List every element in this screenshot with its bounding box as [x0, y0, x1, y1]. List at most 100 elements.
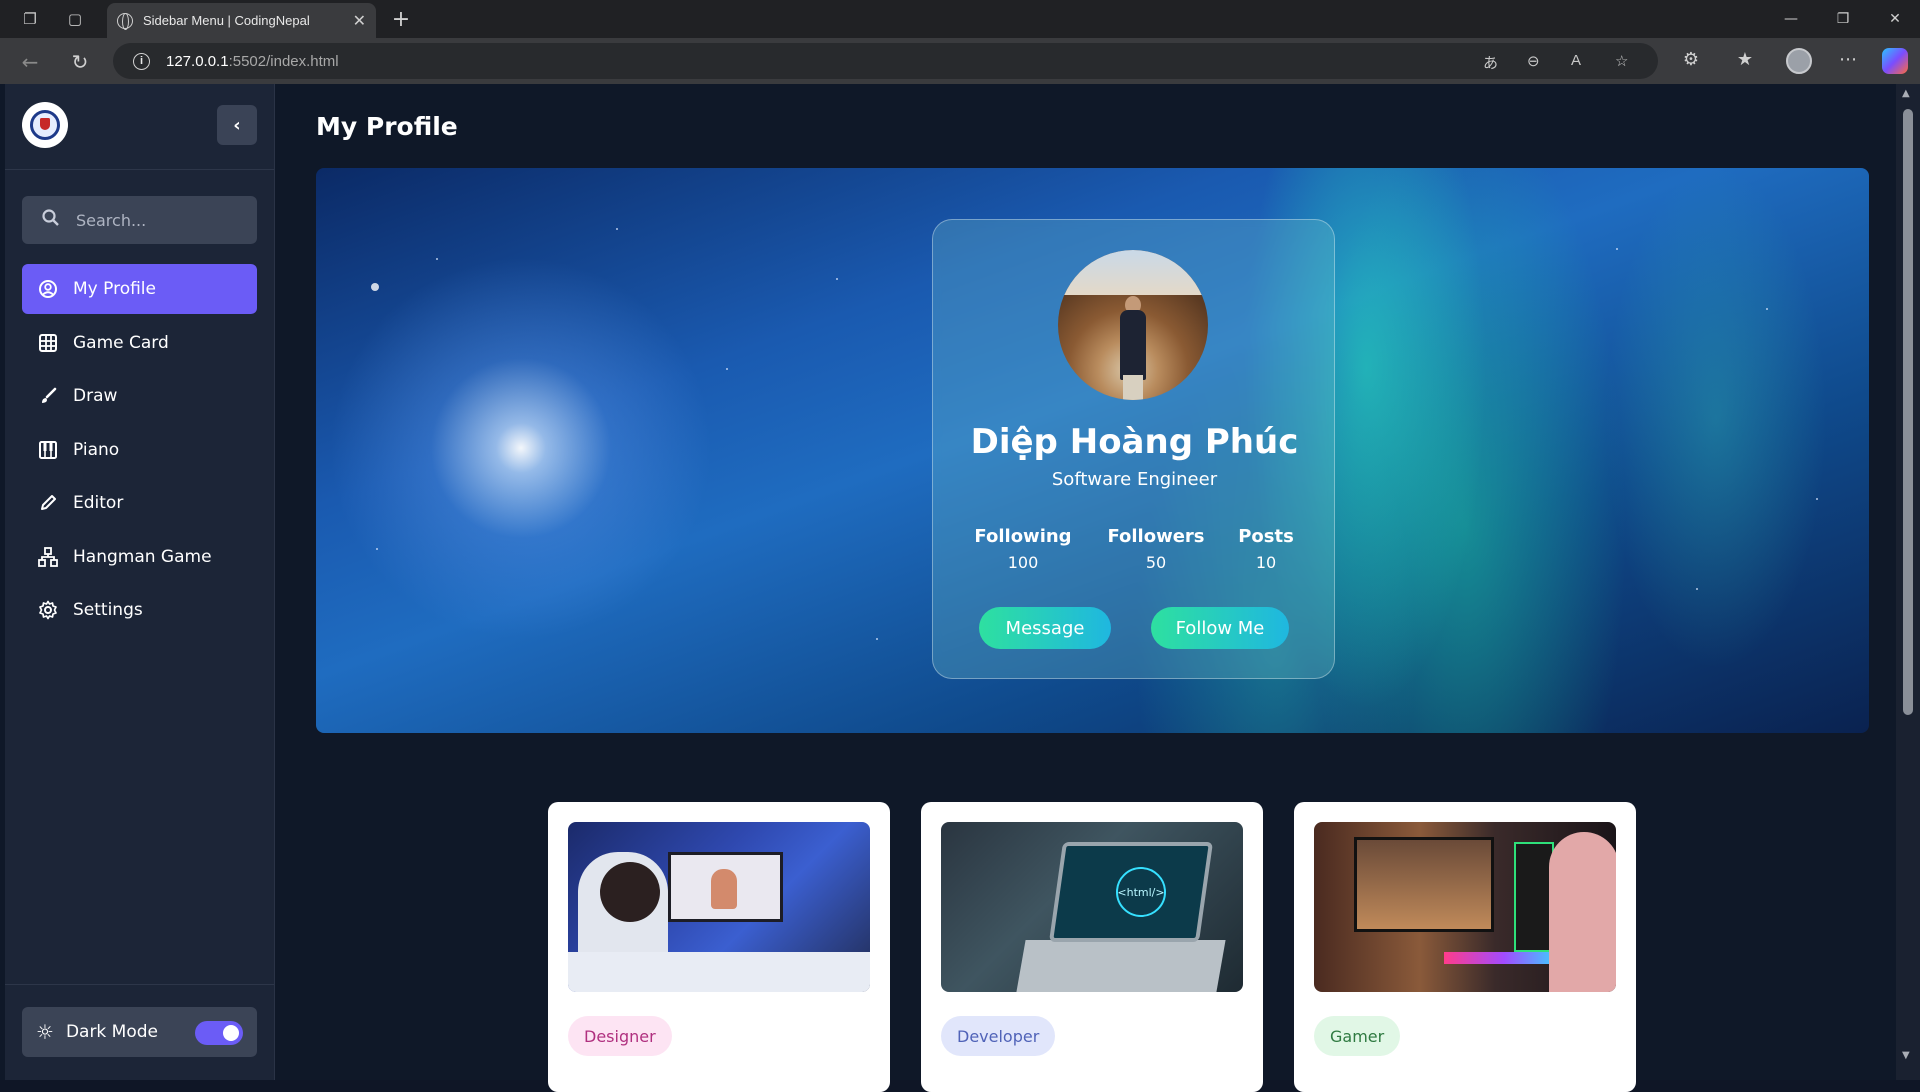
scroll-up-icon[interactable]: ▲: [1902, 88, 1910, 99]
category-card-designer[interactable]: Designer: [548, 802, 890, 1092]
search-input[interactable]: [76, 210, 236, 230]
piano-icon: [38, 440, 58, 460]
star: [376, 548, 378, 550]
category-tag[interactable]: Gamer: [1314, 1016, 1401, 1056]
browser-tab-bar: ❐ ▢ Sidebar Menu | CodingNepal ✕ + — ❐ ✕: [0, 0, 1920, 38]
dark-mode-label: Dark Mode: [65, 1022, 159, 1042]
sidebar-item-my-profile[interactable]: My Profile: [22, 264, 257, 314]
stat-posts: Posts 10: [1231, 526, 1301, 572]
stat-value: 50: [1145, 553, 1167, 572]
new-tab-button[interactable]: +: [386, 4, 416, 34]
url-path: :5502/index.html: [228, 52, 339, 70]
extensions-icon[interactable]: ⚙: [1678, 49, 1704, 70]
stat-followers: Followers 50: [1106, 526, 1206, 572]
sidebar-footer: ☼ Dark Mode: [5, 984, 274, 1080]
star: [1766, 308, 1768, 310]
profile-name: Diệp Hoàng Phúc: [970, 422, 1299, 462]
address-bar[interactable]: i 127.0.0.1:5502/index.html あ ⊖ A ☆: [113, 43, 1658, 79]
sidebar-item-editor[interactable]: Editor: [22, 478, 257, 528]
star: [876, 638, 878, 640]
browser-toolbar: ← ↻ i 127.0.0.1:5502/index.html あ ⊖ A ☆ …: [0, 38, 1920, 84]
dark-mode-toggle[interactable]: [195, 1021, 243, 1045]
stat-value: 100: [1007, 553, 1039, 572]
star: [436, 258, 438, 260]
sidebar-item-label: Settings: [73, 600, 143, 620]
url-host: 127.0.0.1: [166, 52, 229, 70]
sidebar-item-label: My Profile: [73, 279, 156, 299]
sidebar-collapse-button[interactable]: ‹: [217, 105, 257, 145]
close-window-button[interactable]: ✕: [1870, 0, 1920, 38]
sun-icon: ☼: [36, 1020, 54, 1044]
favorites-icon[interactable]: ★: [1732, 49, 1758, 70]
page-scrollbar[interactable]: ▲ ▼: [1896, 84, 1920, 1080]
star: [726, 368, 728, 370]
page-title: My Profile: [316, 112, 458, 141]
category-card-gamer[interactable]: Gamer: [1294, 802, 1636, 1092]
logo-emblem-icon: [30, 110, 60, 140]
copilot-icon[interactable]: [1882, 48, 1908, 74]
sidebar-item-label: Hangman Game: [73, 546, 212, 567]
restore-button[interactable]: ❐: [1818, 0, 1868, 38]
minimize-button[interactable]: —: [1766, 0, 1816, 38]
sidebar-item-settings[interactable]: Settings: [22, 585, 257, 635]
profile-avatar-icon[interactable]: [1786, 48, 1812, 74]
message-button[interactable]: Message: [979, 607, 1111, 649]
sidebar-item-game-card[interactable]: Game Card: [22, 318, 257, 368]
bright-star: [371, 283, 379, 291]
stat-label: Following: [974, 526, 1072, 547]
main-content: My Profile Diệp Hoàng Phúc Software Engi…: [276, 84, 1896, 1092]
category-card-developer[interactable]: <html/> Developer: [921, 802, 1263, 1092]
network-icon: [38, 546, 58, 567]
chevron-left-icon: ‹: [233, 114, 241, 136]
gamer-image: [1314, 822, 1616, 992]
profile-role: Software Engineer: [1051, 469, 1218, 490]
read-aloud-icon[interactable]: A: [1571, 52, 1581, 69]
dark-mode-row[interactable]: ☼ Dark Mode: [22, 1007, 257, 1057]
close-tab-icon[interactable]: ✕: [353, 11, 366, 31]
scrollbar-thumb[interactable]: [1903, 109, 1913, 715]
star: [1616, 248, 1618, 250]
grid-icon: [38, 333, 58, 353]
favorite-star-icon[interactable]: ☆: [1615, 52, 1628, 70]
reload-button[interactable]: ↻: [64, 46, 96, 78]
follow-me-button[interactable]: Follow Me: [1151, 607, 1289, 649]
site-info-icon[interactable]: i: [133, 52, 150, 70]
page: ‹ My Profile Game Card: [0, 84, 1920, 1092]
sidebar-menu: My Profile Game Card Draw Piano Editor H…: [22, 264, 257, 639]
search-icon: [42, 208, 60, 232]
workspaces-icon[interactable]: ❐: [11, 0, 49, 38]
category-tag[interactable]: Developer: [941, 1016, 1056, 1056]
search-box[interactable]: [22, 196, 257, 244]
developer-image: <html/>: [941, 822, 1243, 992]
profile-icon: [38, 279, 58, 299]
stat-label: Posts: [1238, 526, 1294, 547]
star: [1696, 588, 1698, 590]
star: [836, 278, 838, 280]
vertical-tabs-icon[interactable]: ▢: [56, 0, 94, 38]
category-tag[interactable]: Designer: [568, 1016, 672, 1056]
sidebar-header: ‹: [5, 84, 274, 170]
sidebar-item-label: Piano: [73, 439, 120, 460]
pen-icon: [38, 493, 58, 513]
tab-title: Sidebar Menu | CodingNepal: [143, 13, 310, 28]
star: [1816, 498, 1818, 500]
stat-following: Following 100: [973, 526, 1073, 572]
sidebar-item-piano[interactable]: Piano: [22, 425, 257, 475]
more-menu-icon[interactable]: ⋯: [1835, 49, 1861, 70]
stat-label: Followers: [1107, 526, 1205, 547]
sidebar-item-draw[interactable]: Draw: [22, 371, 257, 421]
scroll-down-icon[interactable]: ▼: [1902, 1050, 1910, 1061]
zoom-icon[interactable]: ⊖: [1527, 52, 1540, 70]
globe-icon: [117, 12, 133, 30]
back-button[interactable]: ←: [14, 46, 46, 78]
stat-value: 10: [1255, 553, 1277, 572]
profile-hero-banner: Diệp Hoàng Phúc Software Engineer Follow…: [316, 168, 1869, 733]
brush-icon: [38, 386, 58, 406]
sidebar: ‹ My Profile Game Card: [5, 84, 275, 1080]
browser-tab[interactable]: Sidebar Menu | CodingNepal ✕: [107, 3, 376, 38]
profile-card: Diệp Hoàng Phúc Software Engineer Follow…: [932, 219, 1335, 679]
sidebar-item-hangman-game[interactable]: Hangman Game: [22, 532, 257, 582]
sidebar-item-label: Editor: [73, 493, 124, 513]
translate-icon[interactable]: あ: [1483, 52, 1498, 73]
designer-image: [568, 822, 870, 992]
